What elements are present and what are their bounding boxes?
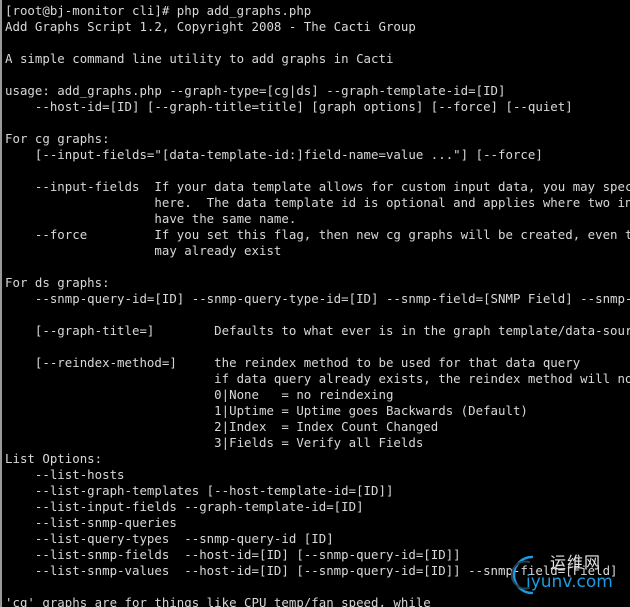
terminal-line: may already exist: [5, 243, 282, 258]
terminal-line: --list-query-types --snmp-query-id [ID]: [5, 531, 334, 546]
terminal-line: usage: add_graphs.php --graph-type=[cg|d…: [5, 83, 506, 98]
terminal-line: --list-snmp-values --host-id=[ID] [--snm…: [5, 563, 618, 578]
terminal-line: 3|Fields = Verify all Fields: [5, 435, 424, 450]
terminal-line: --list-graph-templates [--host-template-…: [5, 483, 394, 498]
terminal-line: [--reindex-method=] the reindex method t…: [5, 355, 581, 370]
terminal-line: --force If you set this flag, then new c…: [5, 227, 630, 242]
terminal-line: 1|Uptime = Uptime goes Backwards (Defaul…: [5, 403, 528, 418]
terminal-line: List Options:: [5, 451, 103, 466]
terminal-output: [root@bj-monitor cli]# php add_graphs.ph…: [2, 3, 630, 607]
terminal-line: --list-snmp-queries: [5, 515, 177, 530]
terminal-window[interactable]: [root@bj-monitor cli]# php add_graphs.ph…: [0, 0, 630, 607]
terminal-line: if data query already exists, the reinde…: [5, 371, 630, 386]
terminal-line: [--graph-title=] Defaults to what ever i…: [5, 323, 630, 338]
terminal-line: --host-id=[ID] [--graph-title=title] [gr…: [5, 99, 573, 114]
terminal-line: For ds graphs:: [5, 275, 110, 290]
terminal-line: --list-hosts: [5, 467, 125, 482]
terminal-line: 2|Index = Index Count Changed: [5, 419, 439, 434]
terminal-line: --input-fields If your data template all…: [5, 179, 630, 194]
terminal-line: --list-snmp-fields --host-id=[ID] [--snm…: [5, 547, 461, 562]
terminal-line: Add Graphs Script 1.2, Copyright 2008 - …: [5, 19, 416, 34]
terminal-line: [root@bj-monitor cli]# php add_graphs.ph…: [5, 3, 312, 18]
terminal-line: here. The data template id is optional a…: [5, 195, 630, 210]
terminal-line: --list-input-fields --graph-template-id=…: [5, 499, 364, 514]
terminal-line: A simple command line utility to add gra…: [5, 51, 394, 66]
terminal-line: [--input-fields="[data-template-id:]fiel…: [5, 147, 543, 162]
terminal-line: For cg graphs:: [5, 131, 110, 146]
terminal-line: 'cg' graphs are for things like CPU temp…: [5, 595, 431, 607]
terminal-line: 0|None = no reindexing: [5, 387, 394, 402]
terminal-line: --snmp-query-id=[ID] --snmp-query-type-i…: [5, 291, 630, 306]
terminal-line: have the same name.: [5, 211, 297, 226]
